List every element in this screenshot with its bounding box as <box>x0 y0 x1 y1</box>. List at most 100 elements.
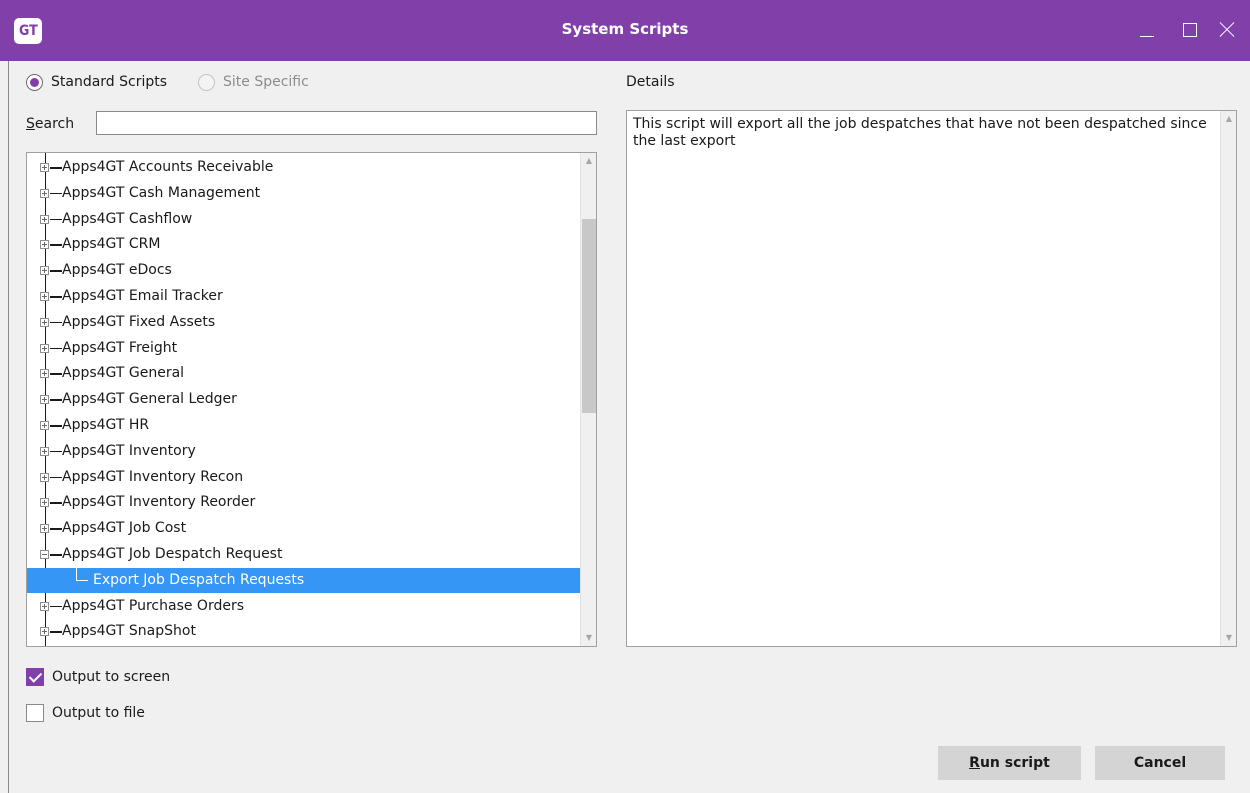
tree-item-label: Apps4GT Cashflow <box>62 210 193 227</box>
window-title: System Scripts <box>561 20 689 38</box>
tree-item[interactable]: Apps4GT eDocs <box>27 258 581 283</box>
checkbox-checked-icon[interactable] <box>26 668 44 686</box>
tree-item[interactable]: Apps4GT Inventory <box>27 439 581 464</box>
tree-branch-connector <box>50 450 62 453</box>
output-to-file-checkbox[interactable]: Output to file <box>26 703 145 723</box>
tree-item-label: Apps4GT Fixed Assets <box>62 313 216 330</box>
collapse-icon[interactable] <box>40 550 49 559</box>
scroll-up-arrow-icon[interactable]: ▲ <box>581 153 596 169</box>
radio-selected-indicator[interactable] <box>26 73 43 91</box>
tree-item[interactable]: Apps4GT SnapShot <box>27 619 581 644</box>
tree-branch-connector <box>50 373 62 375</box>
scroll-down-arrow-icon[interactable]: ▼ <box>581 630 596 646</box>
radio-unselected-indicator[interactable] <box>198 73 215 91</box>
scroll-up-arrow-icon[interactable]: ▲ <box>1221 111 1237 127</box>
run-script-button[interactable]: Run script <box>938 746 1081 780</box>
tree-branch-connector <box>50 631 62 633</box>
tree-item-label: Apps4GT Job Despatch Request <box>62 546 283 562</box>
search-label: Search <box>26 116 74 132</box>
tree-branch-connector <box>50 296 62 298</box>
expand-icon[interactable] <box>40 214 49 224</box>
tree-branch-connector <box>50 399 62 401</box>
expand-icon[interactable] <box>40 343 49 353</box>
cancel-button[interactable]: Cancel <box>1095 746 1225 780</box>
expand-icon[interactable] <box>40 188 49 198</box>
title-bar: GT System Scripts <box>0 0 1250 61</box>
expand-icon[interactable] <box>40 601 49 611</box>
scroll-down-arrow-icon[interactable]: ▼ <box>1221 630 1237 646</box>
tree-branch-connector <box>50 167 62 169</box>
run-script-accesskey: R <box>969 755 980 771</box>
tree-branch-connector <box>50 192 62 195</box>
checkbox-unchecked-icon[interactable] <box>26 704 44 722</box>
radio-site-specific[interactable]: Site Specific <box>198 72 309 92</box>
expand-icon[interactable] <box>40 395 49 405</box>
window-border <box>8 61 9 793</box>
tree-scrollbar[interactable]: ▲ ▼ <box>580 153 596 646</box>
tree-item-label: Apps4GT General <box>62 365 185 382</box>
tree-branch-connector <box>50 425 62 427</box>
output-to-file-label: Output to file <box>52 705 145 721</box>
expand-icon[interactable] <box>40 266 49 276</box>
tree-item-label: Apps4GT General Ledger <box>62 391 237 408</box>
scroll-thumb[interactable] <box>582 219 596 413</box>
tree-item-label: Apps4GT Accounts Receivable <box>62 159 274 175</box>
tree-item[interactable]: Apps4GT Inventory Recon <box>27 465 581 490</box>
tree-item[interactable]: Apps4GT CRM <box>27 232 581 257</box>
script-tree[interactable]: Apps4GT Accounts Receivable Apps4GT Cash … <box>26 152 597 647</box>
tree-item[interactable]: Apps4GT Email Tracker <box>27 284 581 309</box>
tree-item[interactable]: Apps4GT Job Despatch Request <box>27 542 581 567</box>
tree-branch-connector <box>50 347 62 350</box>
tree-item-label: Apps4GT SnapShot <box>62 623 196 640</box>
output-to-screen-checkbox[interactable]: Output to screen <box>26 667 170 687</box>
tree-item[interactable]: Apps4GT Purchase Orders <box>27 594 581 619</box>
tree-branch-connector <box>50 244 62 246</box>
tree-item-label: Apps4GT HR <box>62 417 150 433</box>
expand-icon[interactable] <box>40 524 49 534</box>
search-label-accesskey: S <box>26 116 35 132</box>
tree-item[interactable]: Apps4GT General Ledger <box>27 387 581 412</box>
minimize-button[interactable] <box>1133 16 1163 44</box>
details-textbox[interactable]: This script will export all the job desp… <box>626 110 1237 647</box>
tree-item[interactable]: Apps4GT Fixed Assets <box>27 310 581 335</box>
tree-item-label: Apps4GT CRM <box>62 236 161 253</box>
expand-icon[interactable] <box>40 317 49 327</box>
tree-item[interactable]: Apps4GT Accounts Receivable <box>27 155 581 180</box>
tree-child-item[interactable]: Export Job Despatch Requests <box>27 567 581 593</box>
expand-icon[interactable] <box>40 369 49 379</box>
tree-branch-connector <box>50 218 62 221</box>
expand-icon[interactable] <box>40 472 49 482</box>
expand-icon[interactable] <box>40 163 49 172</box>
tree-item[interactable]: Apps4GT Cashflow <box>27 207 581 232</box>
tree-item-label: Apps4GT Purchase Orders <box>62 597 245 614</box>
search-label-rest: earch <box>34 116 75 132</box>
radio-standard-scripts[interactable]: Standard Scripts <box>26 72 167 92</box>
details-scrollbar[interactable]: ▲ ▼ <box>1220 111 1236 646</box>
close-button[interactable] <box>1213 16 1243 44</box>
radio-standard-scripts-label: Standard Scripts <box>51 74 168 90</box>
tree-branch-connector <box>50 270 62 272</box>
tree-item[interactable]: Apps4GT HR <box>27 413 581 438</box>
expand-icon[interactable] <box>40 240 49 250</box>
expand-icon[interactable] <box>40 421 49 430</box>
tree-item-label: Apps4GT Email Tracker <box>62 288 223 304</box>
expand-icon[interactable] <box>40 498 49 508</box>
expand-icon[interactable] <box>40 446 49 456</box>
tree-branch-connector <box>50 605 62 608</box>
expand-icon[interactable] <box>40 627 49 637</box>
tree-item-label: Apps4GT Cash Management <box>62 184 261 201</box>
tree-item[interactable]: Apps4GT Freight <box>27 336 581 361</box>
tree-branch-connector <box>50 554 62 556</box>
tree-child-connector <box>76 579 88 581</box>
tree-branch-connector <box>50 476 62 479</box>
tree-item[interactable]: Apps4GT Inventory Reorder <box>27 490 581 515</box>
run-script-label: un script <box>979 755 1050 771</box>
tree-branch-connector <box>50 321 62 324</box>
tree-item[interactable]: Apps4GT Cash Management <box>27 181 581 206</box>
search-input[interactable] <box>96 111 597 135</box>
expand-icon[interactable] <box>40 292 49 301</box>
maximize-button[interactable] <box>1175 16 1205 44</box>
tree-item[interactable]: Apps4GT Job Cost <box>27 516 581 541</box>
tree-item[interactable]: Apps4GT General <box>27 361 581 386</box>
tree-child-connector <box>76 567 77 580</box>
